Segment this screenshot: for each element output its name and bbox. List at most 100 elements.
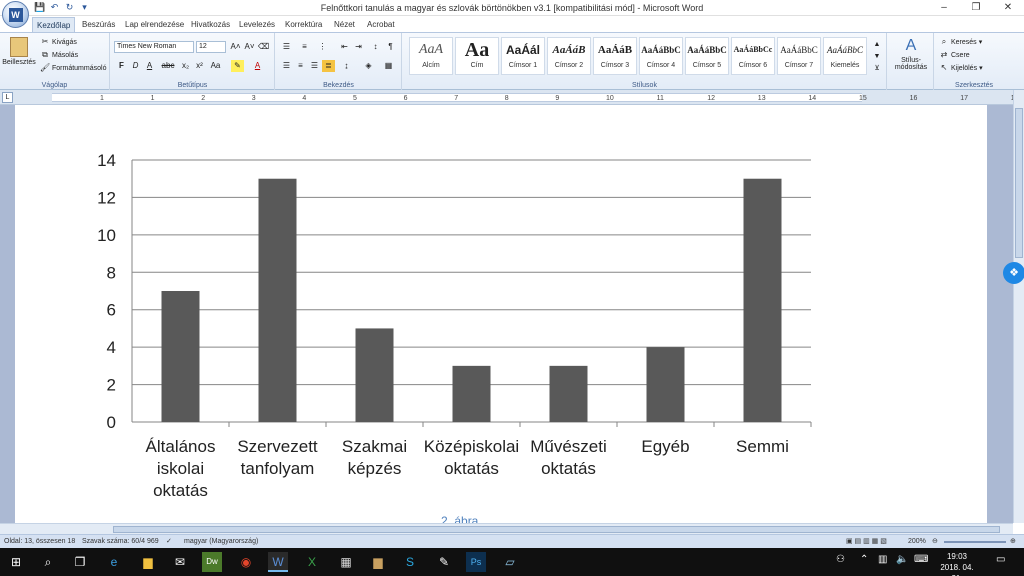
grow-font-button[interactable]: A˄ <box>229 41 242 53</box>
highlight-icon[interactable]: ✎ <box>231 60 244 72</box>
task-view-icon[interactable]: ❐ <box>70 552 90 572</box>
zoom-out-icon[interactable]: ⊖ <box>932 537 938 547</box>
file-explorer-icon[interactable]: ▆ <box>138 552 158 572</box>
volume-icon[interactable]: 🔈 <box>896 554 908 565</box>
select-button[interactable]: ↖ Kijelölés ▾ <box>939 63 983 73</box>
numbering-icon[interactable]: ≡ <box>298 41 311 53</box>
folder-icon[interactable]: ▆ <box>368 552 388 572</box>
multilevel-list-icon[interactable]: ⋮ <box>316 41 329 53</box>
strikethrough-button[interactable]: abc <box>159 60 177 72</box>
tab-home[interactable]: Kezdőlap <box>32 17 76 32</box>
horizontal-scrollbar[interactable] <box>0 523 1013 534</box>
paste-button[interactable]: Beillesztés <box>2 37 36 66</box>
paint-icon[interactable]: ✎ <box>434 552 454 572</box>
close-button[interactable]: ✕ <box>992 0 1024 15</box>
vertical-scrollbar[interactable] <box>1013 90 1024 523</box>
edge-icon[interactable]: e <box>104 552 124 572</box>
redo-icon[interactable]: ↻ <box>64 2 75 13</box>
style-heading-2[interactable]: AaÁáB Címsor 2 <box>547 37 591 75</box>
superscript-button[interactable]: x² <box>193 60 206 72</box>
style-title[interactable]: Aa Cím <box>455 37 499 75</box>
tab-mailings[interactable]: Levelezés <box>235 17 279 32</box>
sort-icon[interactable]: ↕ <box>369 41 382 53</box>
style-heading-6[interactable]: AaÁáBbCc Címsor 6 <box>731 37 775 75</box>
horizontal-scroll-thumb[interactable] <box>113 526 1000 533</box>
subscript-button[interactable]: x₂ <box>179 60 192 72</box>
style-heading-7[interactable]: AaÁáBbC Címsor 7 <box>777 37 821 75</box>
underline-button[interactable]: A <box>143 60 156 72</box>
photoshop-icon[interactable]: Ps <box>466 552 486 572</box>
spellcheck-icon[interactable]: ✓ <box>166 537 172 547</box>
view-buttons-icon[interactable]: ▣ ▤ ▥ ▦ ▧ <box>846 537 887 547</box>
zoom-slider[interactable] <box>944 541 1006 543</box>
style-heading-5[interactable]: AaÁáBbC Címsor 5 <box>685 37 729 75</box>
document-page[interactable]: 0 2 4 6 8 10 12 14 Általános iskolai oktatás Szerve… <box>15 105 987 528</box>
tab-insert[interactable]: Beszúrás <box>78 17 119 32</box>
tab-review[interactable]: Korrektúra <box>281 17 326 32</box>
change-case-button[interactable]: Aa <box>209 60 222 72</box>
styles-scroll-down-icon[interactable]: ▼ <box>872 51 882 63</box>
mail-icon[interactable]: ✉ <box>170 552 190 572</box>
zoom-level[interactable]: 200% <box>908 537 926 547</box>
horizontal-ruler[interactable]: L 1123456789101112131415161718 <box>0 90 1024 105</box>
style-heading-3[interactable]: AaÁáB Címsor 3 <box>593 37 637 75</box>
tab-view[interactable]: Nézet <box>330 17 359 32</box>
tab-references[interactable]: Hivatkozás <box>187 17 234 32</box>
cut-button[interactable]: ✂ Kivágás <box>40 37 77 47</box>
language-indicator[interactable]: magyar (Magyarország) <box>184 537 258 547</box>
skype-icon[interactable]: S <box>400 552 420 572</box>
style-heading-4[interactable]: AaÁáBbC Címsor 4 <box>639 37 683 75</box>
align-right-icon[interactable]: ☰ <box>308 60 321 72</box>
minimize-button[interactable]: – <box>928 0 960 15</box>
page-count[interactable]: Oldal: 13, összesen 18 <box>4 537 75 547</box>
tray-chevron-icon[interactable]: ⌃ <box>860 554 868 565</box>
pilcrow-icon[interactable]: ¶ <box>384 41 397 53</box>
dreamweaver-icon[interactable]: Dw <box>202 552 222 572</box>
clear-format-icon[interactable]: ⌫ <box>257 41 270 53</box>
align-center-icon[interactable]: ≡ <box>294 60 307 72</box>
word-taskbar-icon[interactable]: W <box>268 552 288 572</box>
replace-button[interactable]: ⇄ Csere <box>939 50 970 60</box>
shading-icon[interactable]: ◈ <box>362 60 375 72</box>
windows-start-icon[interactable]: ⊞ <box>6 552 26 572</box>
font-color-icon[interactable]: A <box>251 60 264 72</box>
justify-icon[interactable]: ≣ <box>322 60 335 72</box>
word-count[interactable]: Szavak száma: 60/4 969 <box>82 537 159 547</box>
font-name-field[interactable]: Times New Roman <box>114 41 194 53</box>
bold-button[interactable]: F <box>115 60 128 72</box>
style-emphasis[interactable]: AaÁáBbC Kiemelés <box>823 37 867 75</box>
line-spacing-icon[interactable]: ↨ <box>340 60 353 72</box>
save-icon[interactable]: 💾 <box>34 2 45 13</box>
qat-customize-icon[interactable]: ▾ <box>79 2 90 13</box>
notifications-icon[interactable]: ▭ <box>996 554 1005 565</box>
format-painter-button[interactable]: 🖌 Formátummásoló <box>40 63 106 73</box>
undo-icon[interactable]: ↶ <box>49 2 60 13</box>
ruler-strip[interactable]: 1123456789101112131415161718 <box>52 93 1019 102</box>
excel-icon[interactable]: X <box>302 552 322 572</box>
tab-page-layout[interactable]: Lap elrendezése <box>121 17 188 32</box>
search-icon[interactable]: ⌕ <box>38 552 58 572</box>
bullets-icon[interactable]: ☰ <box>280 41 293 53</box>
borders-icon[interactable]: ▦ <box>382 60 395 72</box>
calculator-icon[interactable]: ▦ <box>336 552 356 572</box>
style-heading-1[interactable]: AaÁál Címsor 1 <box>501 37 545 75</box>
people-icon[interactable]: ⚇ <box>836 554 845 565</box>
change-styles-button[interactable]: A Stílus-módosítás <box>892 37 930 71</box>
tab-selector-icon[interactable]: L <box>2 92 13 103</box>
network-icon[interactable]: ▥ <box>878 554 887 565</box>
align-left-icon[interactable]: ☰ <box>280 60 293 72</box>
tab-acrobat[interactable]: Acrobat <box>363 17 399 32</box>
keyboard-icon[interactable]: ⌨ <box>914 554 928 565</box>
copy-button[interactable]: ⧉ Másolás <box>40 50 78 60</box>
font-size-field[interactable]: 12 <box>196 41 226 53</box>
clock[interactable]: 19:03 2018. 04. 21. <box>937 551 977 576</box>
dropbox-icon[interactable]: ❖ <box>1003 262 1024 284</box>
styles-more-icon[interactable]: ⊻ <box>872 63 882 75</box>
vertical-scroll-thumb[interactable] <box>1015 108 1023 258</box>
style-subtitle[interactable]: AaA Alcím <box>409 37 453 75</box>
increase-indent-icon[interactable]: ⇥ <box>352 41 365 53</box>
shrink-font-button[interactable]: A˅ <box>243 41 256 53</box>
find-button[interactable]: ⌕ Keresés ▾ <box>939 37 982 47</box>
chrome-icon[interactable]: ◉ <box>236 552 256 572</box>
office-button[interactable]: W <box>2 1 29 28</box>
